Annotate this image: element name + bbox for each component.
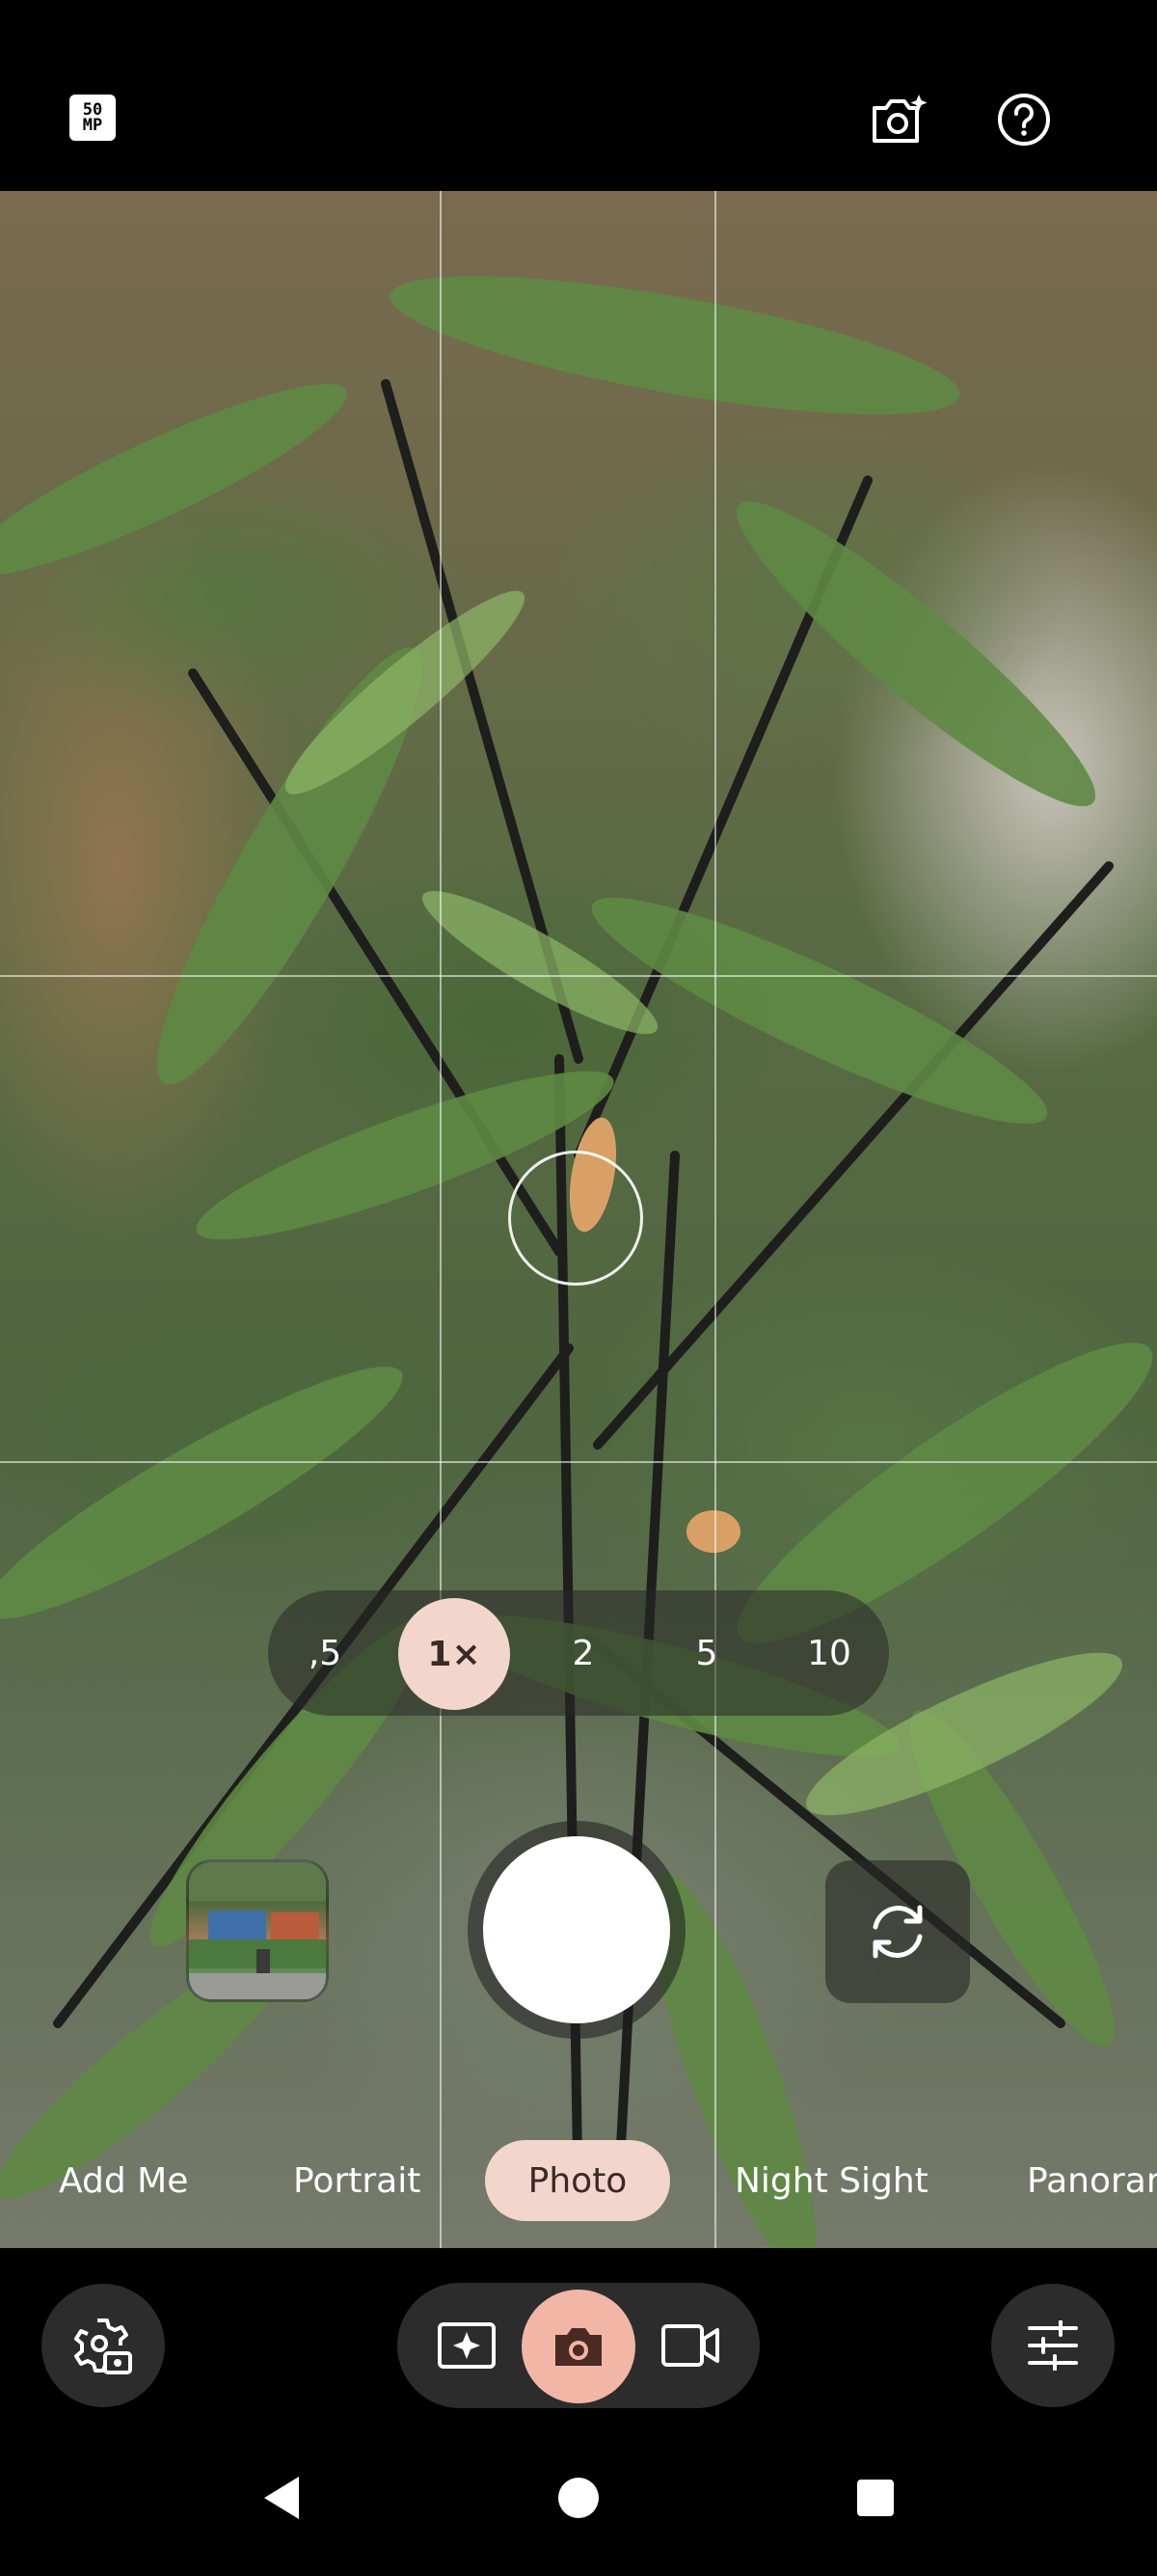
capture-type-sparkle[interactable] (409, 2283, 525, 2408)
back-button[interactable] (253, 2469, 310, 2527)
home-icon (558, 2478, 599, 2518)
mode-panorama[interactable]: Panorar (1027, 2140, 1157, 2221)
megapixel-line2: MP (82, 116, 103, 135)
zoom-option-2[interactable]: 2 (530, 1590, 636, 1716)
mode-add-me[interactable]: Add Me (59, 2140, 188, 2221)
focus-indicator (508, 1151, 643, 1286)
zoom-option-1x-selected[interactable]: 1× (398, 1598, 510, 1710)
recents-button[interactable] (847, 2469, 904, 2527)
zoom-selector: ,5 2 5 10 (268, 1590, 889, 1716)
top-bar: 50 MP (0, 0, 1157, 191)
zoom-option-5[interactable]: 5 (654, 1590, 760, 1716)
grid-line-v2 (714, 191, 716, 2248)
camera-icon (555, 2328, 602, 2366)
camera-settings-button[interactable] (41, 2284, 165, 2407)
capture-type-photo-selected[interactable] (522, 2290, 635, 2403)
shutter-button[interactable] (483, 1836, 670, 2023)
grid-line-h2 (0, 1461, 1157, 1463)
mode-night-sight[interactable]: Night Sight (735, 2140, 928, 2221)
mode-photo-selected[interactable]: Photo (485, 2140, 670, 2221)
switch-camera-button[interactable] (825, 1860, 970, 2003)
capture-type-video[interactable] (632, 2283, 748, 2408)
adjust-settings-button[interactable] (991, 2284, 1115, 2407)
sparkle-frame-icon (438, 2322, 496, 2369)
switch-camera-icon (873, 1905, 923, 1959)
grid-line-h1 (0, 975, 1157, 977)
sliders-icon (1028, 2320, 1078, 2371)
zoom-option-10[interactable]: 10 (769, 1590, 889, 1716)
camera-settings-icon (74, 2318, 132, 2374)
grid-line-v1 (440, 191, 442, 2248)
home-button[interactable] (550, 2469, 607, 2527)
camera-sparkle-icon[interactable] (868, 89, 929, 150)
zoom-option-0.5[interactable]: ,5 (268, 1590, 382, 1716)
video-icon (661, 2324, 719, 2367)
recents-icon (857, 2480, 894, 2516)
back-icon (264, 2477, 299, 2519)
help-icon[interactable] (993, 89, 1055, 150)
last-photo-thumbnail[interactable] (186, 1859, 329, 2002)
megapixel-badge[interactable]: 50 MP (69, 95, 116, 141)
mode-portrait[interactable]: Portrait (293, 2140, 420, 2221)
